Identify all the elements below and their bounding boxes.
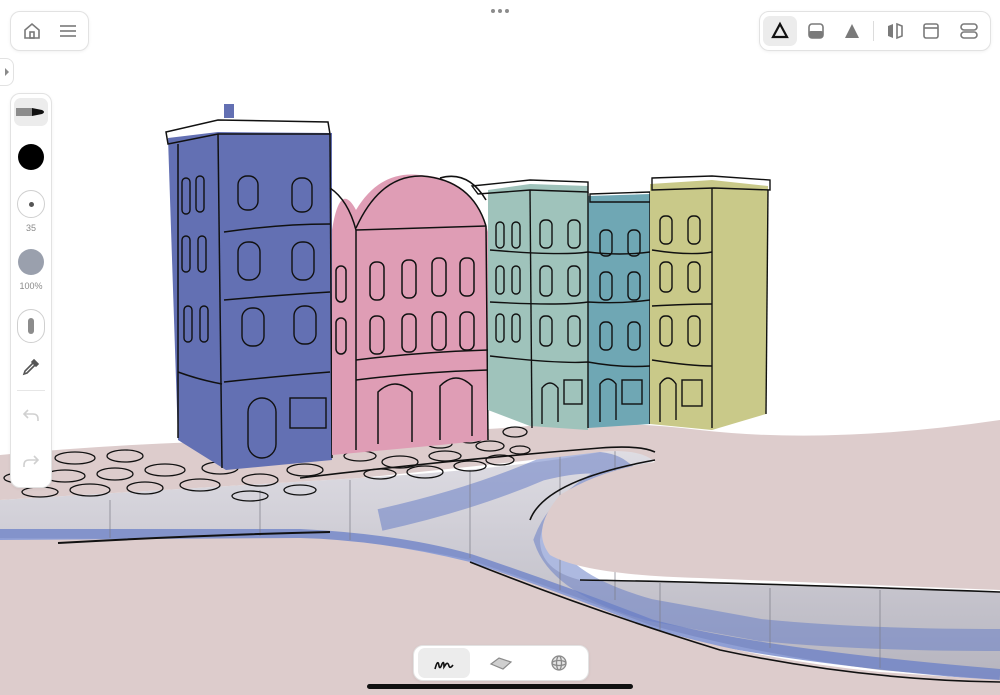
brush-selector[interactable]	[14, 98, 48, 126]
bottom-toolbar	[413, 645, 589, 681]
brush-size-control[interactable]	[17, 190, 45, 218]
stacked-pills-icon	[960, 23, 978, 39]
teal-building	[470, 179, 651, 430]
eyedropper-icon	[22, 358, 40, 376]
top-left-toolbar	[10, 11, 89, 51]
toolbar-divider	[873, 21, 874, 41]
home-icon	[24, 22, 40, 39]
blue-building	[165, 104, 333, 470]
undo-icon	[22, 409, 39, 421]
opacity-control[interactable]	[18, 249, 44, 275]
size-dot	[28, 201, 34, 207]
sphere-mode-button[interactable]	[542, 648, 576, 678]
layers-tool-button[interactable]	[952, 16, 986, 46]
top-right-toolbar	[759, 11, 991, 51]
window-frame-icon	[923, 23, 939, 39]
triangle-filled-icon	[845, 24, 859, 38]
drawing-canvas[interactable]	[0, 0, 1000, 695]
home-indicator	[367, 684, 633, 689]
pressure-slider[interactable]	[17, 309, 45, 343]
more-options-button[interactable]	[486, 4, 514, 18]
sidebar-toggle[interactable]	[0, 58, 14, 86]
draw-tool-button[interactable]	[763, 16, 797, 46]
redo-button[interactable]	[14, 446, 48, 476]
plane-mode-button[interactable]	[484, 648, 518, 678]
hamburger-menu-icon	[60, 25, 76, 37]
mirror-icon	[888, 22, 903, 40]
eyedropper-button[interactable]	[14, 352, 48, 382]
brush-panel: 35 100%	[10, 93, 52, 488]
opacity-value: 100%	[19, 281, 43, 291]
ellipsis-icon	[491, 9, 509, 13]
chevron-right-icon	[4, 68, 9, 76]
surface-tool-button[interactable]	[799, 16, 833, 46]
undo-button[interactable]	[14, 400, 48, 430]
marker-brush-icon	[16, 108, 44, 116]
panel-divider	[17, 390, 45, 391]
frame-tool-button[interactable]	[914, 16, 948, 46]
plane-icon	[489, 657, 513, 670]
redo-icon	[23, 455, 40, 467]
brush-size-value: 35	[25, 223, 36, 233]
rounded-square-half-icon	[808, 23, 824, 39]
menu-button[interactable]	[51, 16, 85, 46]
yellow-building	[650, 175, 771, 430]
pill-slider-icon	[28, 318, 34, 334]
sphere-icon	[551, 655, 567, 671]
solid-tool-button[interactable]	[835, 16, 869, 46]
handwriting-icon	[434, 661, 454, 670]
stroke-mode-button[interactable]	[418, 648, 470, 678]
color-swatch[interactable]	[18, 144, 44, 170]
triangle-outline-icon	[771, 21, 789, 39]
mirror-tool-button[interactable]	[878, 16, 912, 46]
home-button[interactable]	[15, 16, 49, 46]
pink-building	[329, 174, 489, 455]
